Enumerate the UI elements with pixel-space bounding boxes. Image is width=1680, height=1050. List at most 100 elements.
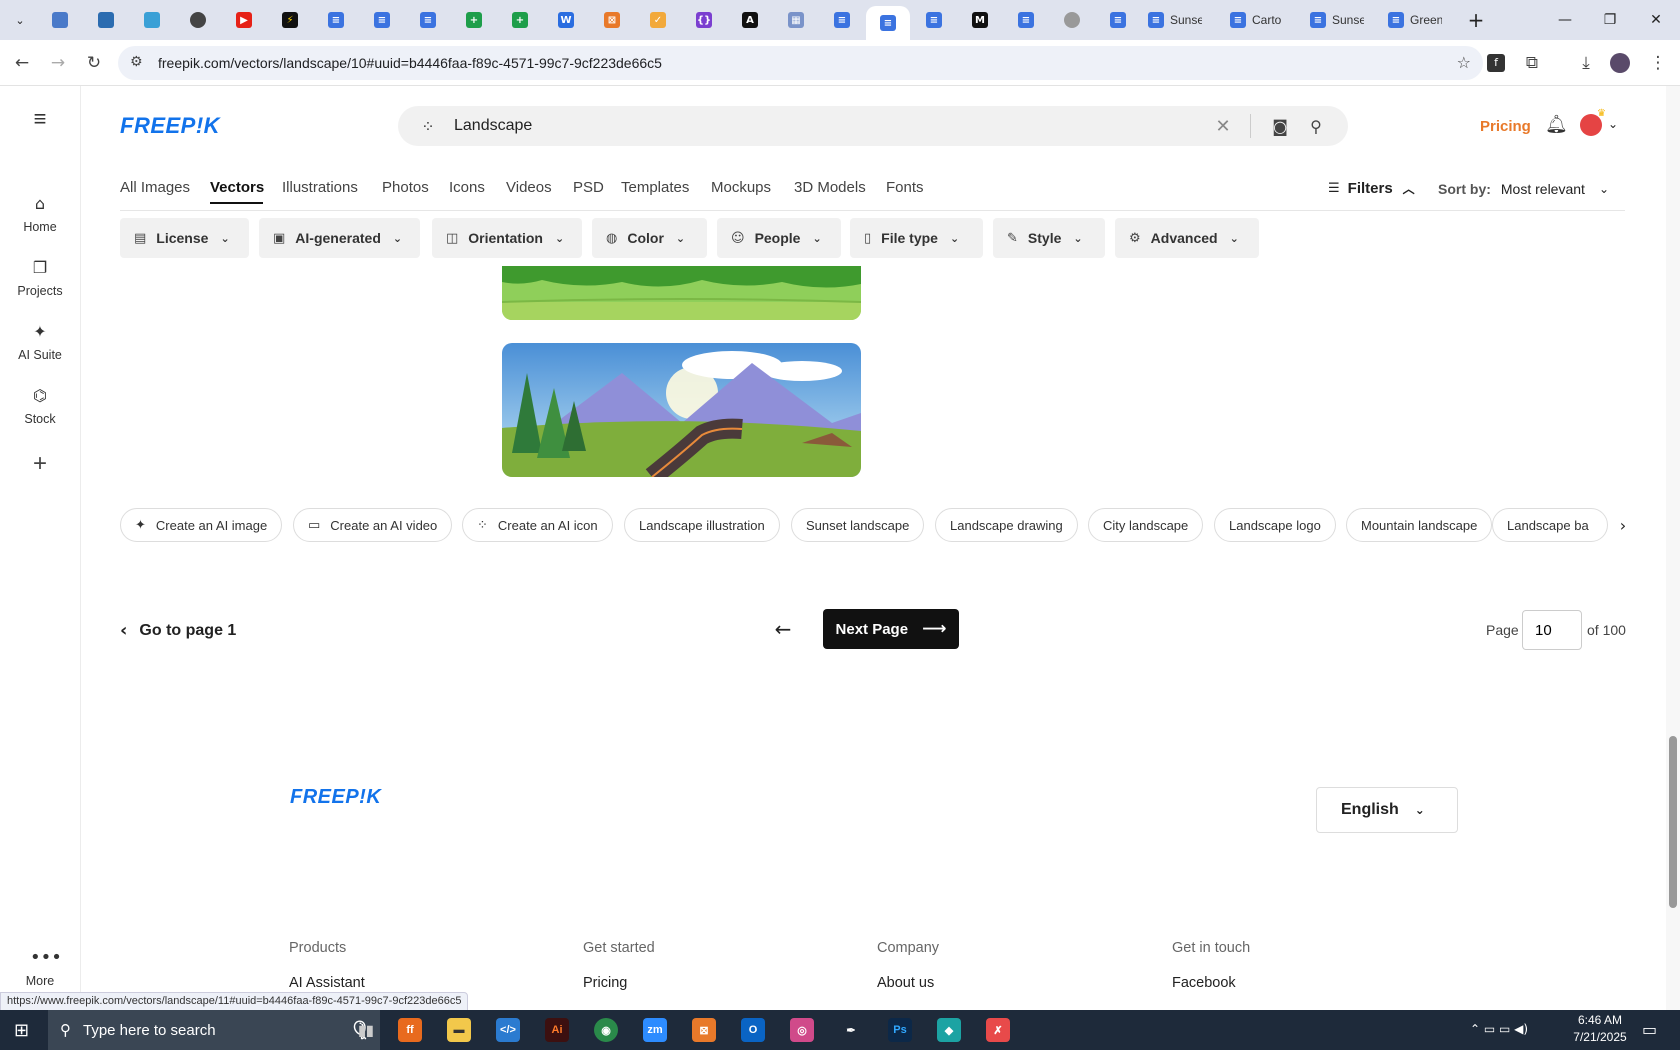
related-create-ai-video[interactable]: ▭ Create an AI video: [293, 508, 453, 542]
file-explorer-icon[interactable]: ▬: [447, 1018, 471, 1042]
page-scrollbar[interactable]: [1666, 86, 1680, 1010]
chrome-icon[interactable]: ◉: [594, 1018, 618, 1042]
previous-page-button[interactable]: ←: [763, 609, 803, 649]
restore-button[interactable]: ❐: [1598, 8, 1622, 32]
search-icon[interactable]: ⚲: [1306, 116, 1326, 136]
tab-templates[interactable]: Templates: [621, 179, 689, 196]
tab-pinned[interactable]: ▶: [232, 6, 256, 34]
bookmark-star-icon[interactable]: ☆: [1457, 53, 1471, 72]
tab-icons[interactable]: Icons: [449, 179, 485, 196]
tab-pinned[interactable]: +: [508, 6, 532, 34]
tab-pinned[interactable]: M: [968, 6, 992, 34]
footer-link[interactable]: AI Assistant: [289, 975, 365, 991]
tab-pinned[interactable]: A: [738, 6, 762, 34]
tab-pinned[interactable]: ≡: [324, 6, 348, 34]
related-landscape-drawing[interactable]: Landscape drawing: [935, 508, 1078, 542]
language-selector[interactable]: English ⌄: [1316, 787, 1458, 833]
tab-active[interactable]: ≡: [866, 6, 910, 40]
tab-pinned[interactable]: ⚡: [278, 6, 302, 34]
page-number-input[interactable]: [1522, 610, 1582, 650]
go-to-first-page-link[interactable]: ‹ Go to page 1: [120, 620, 236, 641]
extensions-puzzle-icon[interactable]: ⧉: [1518, 49, 1546, 77]
related-landscape-illustration[interactable]: Landscape illustration: [624, 508, 780, 542]
pen-icon[interactable]: ✒: [839, 1018, 863, 1042]
tab-pinned[interactable]: [94, 6, 118, 34]
tab-pinned[interactable]: [48, 6, 72, 34]
tab-item[interactable]: ≡ Sunse: [1310, 6, 1384, 34]
creative-cloud-icon[interactable]: ◎: [790, 1018, 814, 1042]
xampp-icon[interactable]: ⊠: [692, 1018, 716, 1042]
tab-pinned[interactable]: ≡: [1106, 6, 1130, 34]
footer-logo[interactable]: FREEP!K: [290, 786, 381, 809]
tab-pinned[interactable]: ≡: [922, 6, 946, 34]
tab-item[interactable]: ≡ Carto: [1230, 6, 1304, 34]
tab-item[interactable]: ≡ Sunse: [1148, 6, 1222, 34]
search-scope-icon[interactable]: ⁘: [418, 116, 438, 136]
illustrator-icon[interactable]: Ai: [545, 1018, 569, 1042]
user-avatar[interactable]: ♛: [1580, 108, 1606, 136]
tab-pinned[interactable]: {}: [692, 6, 716, 34]
search-input[interactable]: [454, 106, 1154, 146]
filter-style[interactable]: ✎ Style ⌄: [993, 218, 1105, 258]
pricing-link[interactable]: Pricing: [1480, 118, 1531, 135]
tab-pinned[interactable]: ▦: [784, 6, 808, 34]
sort-dropdown[interactable]: Sort by: Most relevant ⌄: [1438, 181, 1609, 197]
tab-psd[interactable]: PSD: [573, 179, 604, 196]
profile-avatar[interactable]: [1606, 49, 1634, 77]
tab-pinned[interactable]: [140, 6, 164, 34]
tab-vectors[interactable]: Vectors: [210, 179, 264, 196]
filter-orientation[interactable]: ◫ Orientation ⌄: [432, 218, 582, 258]
rail-item-ai-suite[interactable]: ✦ AI Suite: [0, 322, 80, 362]
vscode-icon[interactable]: </>: [496, 1018, 520, 1042]
tab-pinned[interactable]: ≡: [830, 6, 854, 34]
tab-item[interactable]: ≡ Green: [1388, 6, 1462, 34]
filter-color[interactable]: ◍ Color ⌄: [592, 218, 707, 258]
rail-item-projects[interactable]: ❐ Projects: [0, 258, 80, 298]
related-create-ai-icon[interactable]: ⁘ Create an AI icon: [462, 508, 613, 542]
related-sunset-landscape[interactable]: Sunset landscape: [791, 508, 925, 542]
related-create-ai-image[interactable]: ✦ Create an AI image: [120, 508, 283, 542]
clock[interactable]: 6:46 AM 7/21/2025: [1570, 1013, 1630, 1044]
tab-pinned[interactable]: ✓: [646, 6, 670, 34]
bell-icon[interactable]: 🔔︎: [1545, 114, 1568, 135]
zoom-icon[interactable]: zm: [643, 1018, 667, 1042]
vector-thumbnail[interactable]: [502, 266, 861, 320]
footer-link[interactable]: About us: [877, 975, 934, 991]
forward-button[interactable]: →: [44, 49, 72, 77]
extension-icon[interactable]: f: [1482, 49, 1510, 77]
reload-button[interactable]: ↻: [80, 49, 108, 77]
related-mountain-landscape[interactable]: Mountain landscape: [1346, 508, 1493, 542]
tab-pinned[interactable]: ≡: [370, 6, 394, 34]
taskbar-search[interactable]: ⚲ Type here to search: [48, 1010, 380, 1050]
tab-videos[interactable]: Videos: [506, 179, 552, 196]
chevron-down-icon[interactable]: ⌄: [1608, 117, 1618, 131]
notification-icon[interactable]: ▭: [1642, 1020, 1657, 1039]
close-window-button[interactable]: ✕: [1644, 8, 1668, 32]
rail-item-more[interactable]: ••• More: [0, 948, 80, 989]
clear-icon[interactable]: ✕: [1213, 116, 1233, 137]
site-info-icon[interactable]: ⚙: [130, 54, 143, 70]
tab-pinned[interactable]: +: [462, 6, 486, 34]
minimize-button[interactable]: —: [1553, 8, 1577, 32]
firefox-icon[interactable]: ff: [398, 1018, 422, 1042]
footer-link[interactable]: Pricing: [583, 975, 627, 991]
app-icon[interactable]: ◆: [937, 1018, 961, 1042]
vector-thumbnail[interactable]: [502, 343, 861, 477]
filter-ai-generated[interactable]: ▣ AI-generated ⌄: [259, 218, 420, 258]
tab-pinned[interactable]: [1060, 6, 1084, 34]
next-page-button[interactable]: Next Page ⟶: [823, 609, 959, 649]
chevron-right-icon[interactable]: ›: [1608, 508, 1638, 542]
address-bar[interactable]: ⚙ freepik.com/vectors/landscape/10#uuid=…: [118, 46, 1483, 80]
tab-all-images[interactable]: All Images: [120, 179, 190, 196]
filter-advanced[interactable]: ⚙ Advanced ⌄: [1115, 218, 1259, 258]
tab-3d-models[interactable]: 3D Models: [794, 179, 866, 196]
menu-hamburger-icon[interactable]: ≡: [0, 106, 80, 132]
tab-search-button[interactable]: ⌄: [8, 6, 32, 34]
rail-item-stock[interactable]: ⌬ Stock: [0, 386, 80, 426]
filters-toggle[interactable]: ☰ Filters ︿: [1328, 180, 1415, 197]
back-button[interactable]: ←: [8, 49, 36, 77]
tab-illustrations[interactable]: Illustrations: [282, 179, 358, 196]
browser-menu-icon[interactable]: ⋮: [1644, 49, 1672, 77]
photoshop-icon[interactable]: Ps: [888, 1018, 912, 1042]
related-city-landscape[interactable]: City landscape: [1088, 508, 1204, 542]
